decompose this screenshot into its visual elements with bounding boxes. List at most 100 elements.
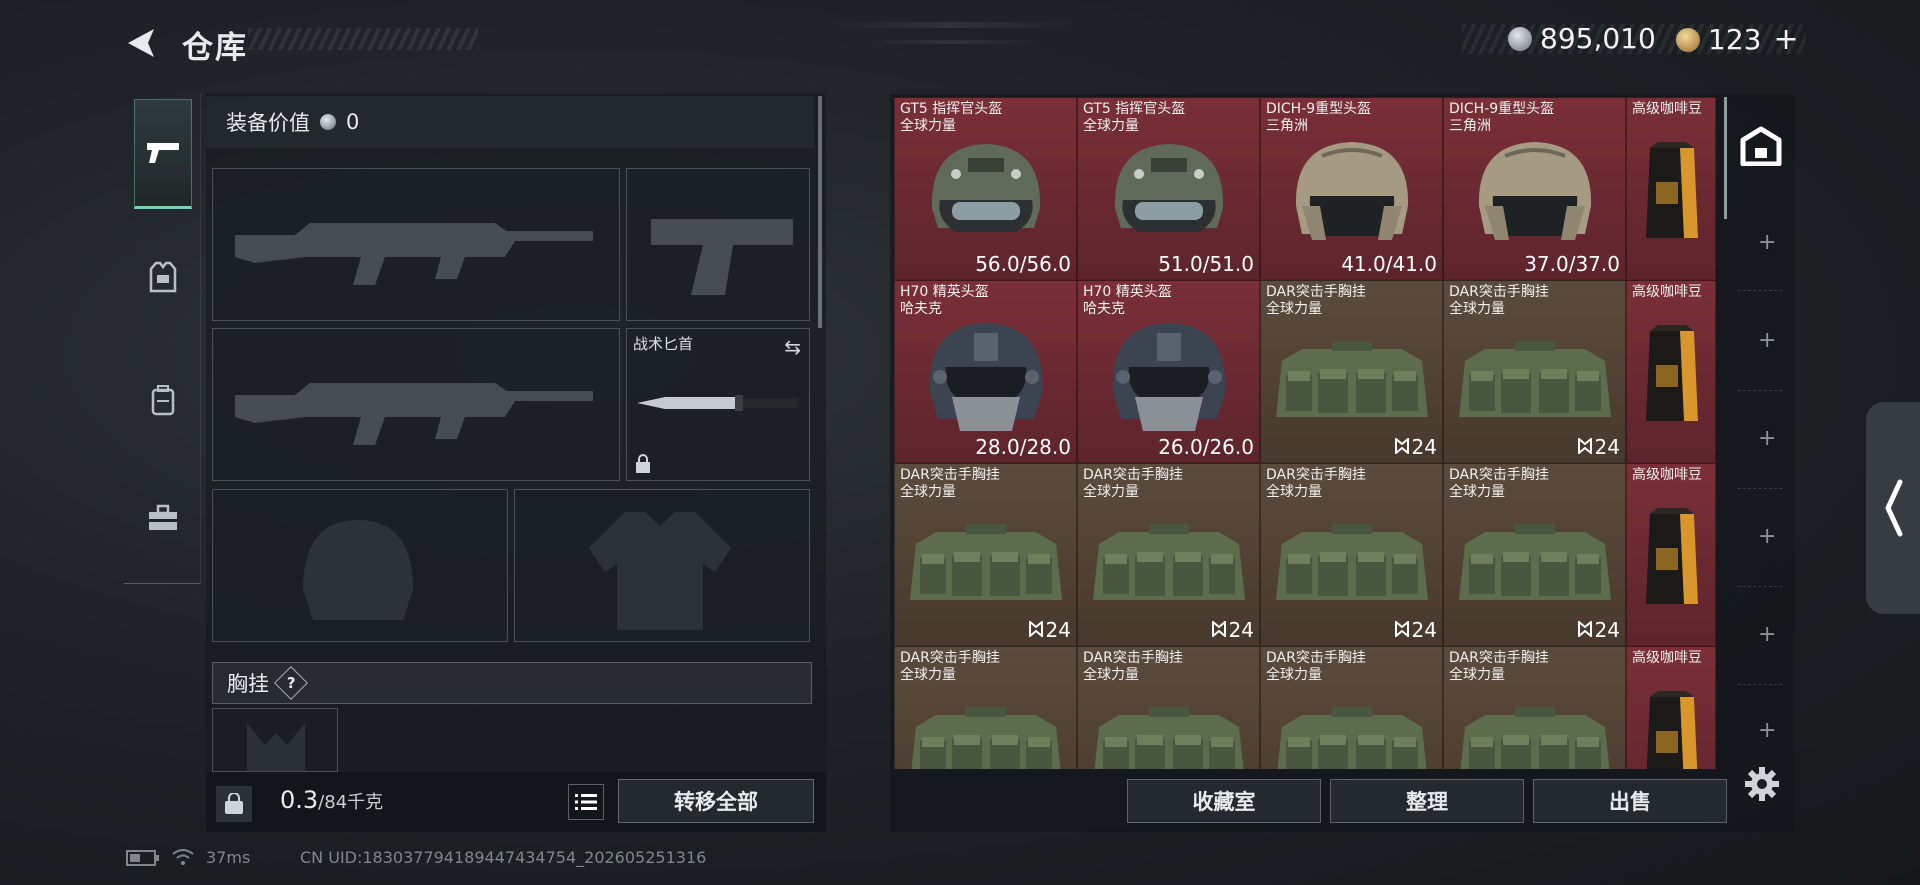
chest-rig-header: 胸挂 ? <box>212 662 812 704</box>
stash-item[interactable]: DAR突击手胸挂 全球力量 24 <box>894 463 1077 646</box>
nav-armor-tab[interactable] <box>134 222 192 332</box>
add-stash-tab-button[interactable]: + <box>1758 718 1776 743</box>
item-faction: 全球力量 <box>1449 301 1505 317</box>
carry-weight: 0.3/84千克 <box>280 786 383 814</box>
stash-item[interactable]: DAR突击手胸挂 全球力量 24 <box>1260 280 1443 463</box>
chest-rig-slot[interactable] <box>212 708 338 773</box>
stash-item[interactable]: H70 精英头盔 哈夫克 26.0/26.0 <box>1077 280 1260 463</box>
item-faction: 全球力量 <box>900 484 956 500</box>
item-name: DICH-9重型头盔 <box>1449 101 1555 117</box>
stash-tab-main[interactable] <box>1740 126 1782 170</box>
stash-item[interactable]: 高级咖啡豆 <box>1626 97 1716 280</box>
nav-backpack-tab[interactable] <box>134 345 192 455</box>
stash-item[interactable]: DAR突击手胸挂 全球力量 24 <box>1443 280 1626 463</box>
capacity-icon <box>1394 618 1409 642</box>
sell-button[interactable]: 出售 <box>1533 779 1727 823</box>
item-name: GT5 指挥官头盔 <box>1083 101 1186 117</box>
chevron-left-icon <box>1885 479 1903 537</box>
list-view-button[interactable] <box>568 784 604 820</box>
side-drawer-handle[interactable] <box>1866 402 1920 614</box>
primary-weapon-slot[interactable] <box>212 168 620 321</box>
item-name: DAR突击手胸挂 <box>1266 650 1366 666</box>
tactical-knife-icon <box>637 395 799 411</box>
kettlebell-icon <box>225 793 243 814</box>
stash-scrollbar[interactable] <box>1724 97 1727 219</box>
silver-amount: 895,010 <box>1540 22 1656 55</box>
add-stash-tab-button[interactable]: + <box>1758 524 1776 549</box>
capacity-icon <box>1028 618 1043 642</box>
nav-toolbox-tab[interactable] <box>134 463 192 573</box>
weight-icon <box>216 786 252 822</box>
item-faction: 全球力量 <box>900 667 956 683</box>
stash-tab-divider <box>1738 290 1782 291</box>
wifi-icon <box>172 848 194 870</box>
coffee-bag-icon <box>1644 142 1700 246</box>
backpack-icon <box>151 385 175 416</box>
stash-item[interactable]: H70 精英头盔 哈夫克 28.0/28.0 <box>894 280 1077 463</box>
stash-item[interactable]: DAR突击手胸挂 全球力量 <box>1260 646 1443 769</box>
item-faction: 全球力量 <box>1266 484 1322 500</box>
settings-button[interactable] <box>1744 766 1780 806</box>
helmet-icon <box>916 136 1056 250</box>
warehouse-icon <box>1740 126 1782 167</box>
collection-room-button[interactable]: 收藏室 <box>1127 779 1321 823</box>
stash-item[interactable]: GT5 指挥官头盔 全球力量 51.0/51.0 <box>1077 97 1260 280</box>
add-stash-tab-button[interactable]: + <box>1758 328 1776 353</box>
stash-item[interactable]: DAR突击手胸挂 全球力量 <box>894 646 1077 769</box>
swap-icon[interactable]: ⇆ <box>784 335 801 359</box>
capacity-icon <box>1577 618 1592 642</box>
helmet-silhouette-icon <box>303 520 413 620</box>
item-name: DAR突击手胸挂 <box>1449 467 1549 483</box>
item-value: 56.0/56.0 <box>975 252 1071 276</box>
help-icon[interactable]: ? <box>274 666 308 700</box>
toolbox-icon <box>149 504 177 530</box>
gold-amount: 123 <box>1708 23 1762 56</box>
item-name: DICH-9重型头盔 <box>1266 101 1372 117</box>
item-faction: 三角洲 <box>1449 118 1491 134</box>
stash-item[interactable]: DAR突击手胸挂 全球力量 24 <box>1077 463 1260 646</box>
item-value: 24 <box>1394 618 1437 642</box>
stash-tab-divider <box>1738 390 1782 391</box>
stash-item[interactable]: DICH-9重型头盔 三角洲 37.0/37.0 <box>1443 97 1626 280</box>
weight-max: /84千克 <box>318 792 384 813</box>
nav-weapons-tab[interactable] <box>134 99 192 209</box>
rifle-silhouette-icon <box>235 383 593 445</box>
secondary-weapon-slot[interactable] <box>212 328 620 481</box>
stash-item[interactable]: 高级咖啡豆 <box>1626 463 1716 646</box>
chest-rig-icon <box>1455 331 1615 435</box>
sidearm-slot[interactable] <box>626 168 810 321</box>
stash-item[interactable]: 高级咖啡豆 <box>1626 280 1716 463</box>
silver-coin-icon <box>320 114 336 130</box>
item-faction: 哈夫克 <box>1083 301 1125 317</box>
item-faction: 全球力量 <box>1083 484 1139 500</box>
stash-tab-divider <box>1738 586 1782 587</box>
rifle-silhouette-icon <box>235 223 593 285</box>
helmet-icon <box>1282 136 1422 250</box>
capacity-icon <box>1577 435 1592 459</box>
add-currency-button[interactable]: + <box>1773 22 1798 57</box>
chest-rig-icon <box>1272 697 1432 769</box>
loadout-scrollbar[interactable] <box>818 96 822 328</box>
stash-item[interactable]: DAR突击手胸挂 全球力量 <box>1077 646 1260 769</box>
melee-slot[interactable]: 战术匕首 ⇆ <box>626 328 810 481</box>
gold-currency[interactable]: 123 + <box>1676 22 1799 57</box>
stash-item[interactable]: GT5 指挥官头盔 全球力量 56.0/56.0 <box>894 97 1077 280</box>
title-decoration <box>248 28 478 50</box>
item-faction: 三角洲 <box>1266 118 1308 134</box>
add-stash-tab-button[interactable]: + <box>1758 230 1776 255</box>
item-value: 24 <box>1211 618 1254 642</box>
helmet-slot[interactable] <box>212 489 508 642</box>
organize-button[interactable]: 整理 <box>1330 779 1524 823</box>
stash-item[interactable]: DICH-9重型头盔 三角洲 41.0/41.0 <box>1260 97 1443 280</box>
body-armor-slot[interactable] <box>514 489 810 642</box>
stash-item[interactable]: DAR突击手胸挂 全球力量 24 <box>1443 463 1626 646</box>
user-uid: CN UID:183037794189447434754_20260525131… <box>300 848 707 867</box>
add-stash-tab-button[interactable]: + <box>1758 426 1776 451</box>
stash-item[interactable]: DAR突击手胸挂 全球力量 24 <box>1260 463 1443 646</box>
add-stash-tab-button[interactable]: + <box>1758 622 1776 647</box>
transfer-all-button[interactable]: 转移全部 <box>618 779 814 823</box>
coffee-bag-icon <box>1644 691 1700 769</box>
stash-item[interactable]: 高级咖啡豆 <box>1626 646 1716 769</box>
back-button[interactable] <box>124 26 160 60</box>
stash-item[interactable]: DAR突击手胸挂 全球力量 <box>1443 646 1626 769</box>
